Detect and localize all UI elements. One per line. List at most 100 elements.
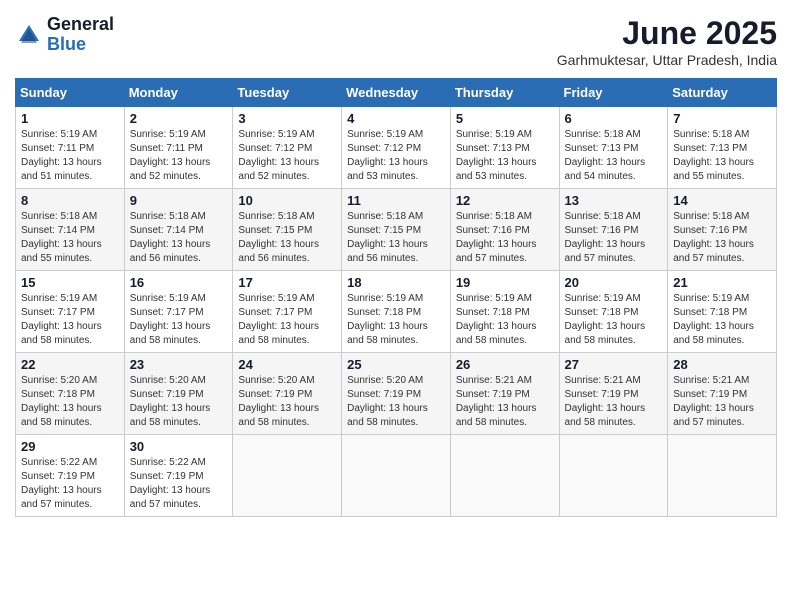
day-info: Sunrise: 5:19 AMSunset: 7:18 PMDaylight:… — [347, 293, 428, 346]
calendar-cell: 6 Sunrise: 5:18 AMSunset: 7:13 PMDayligh… — [559, 107, 668, 189]
calendar-cell: 11 Sunrise: 5:18 AMSunset: 7:15 PMDaylig… — [342, 189, 451, 271]
day-info: Sunrise: 5:18 AMSunset: 7:16 PMDaylight:… — [565, 211, 646, 264]
calendar-cell: 25 Sunrise: 5:20 AMSunset: 7:19 PMDaylig… — [342, 353, 451, 435]
calendar-cell: 20 Sunrise: 5:19 AMSunset: 7:18 PMDaylig… — [559, 271, 668, 353]
day-info: Sunrise: 5:18 AMSunset: 7:14 PMDaylight:… — [21, 211, 102, 264]
day-info: Sunrise: 5:18 AMSunset: 7:16 PMDaylight:… — [673, 211, 754, 264]
day-number: 7 — [673, 111, 771, 126]
day-info: Sunrise: 5:18 AMSunset: 7:13 PMDaylight:… — [673, 129, 754, 182]
day-number: 16 — [130, 275, 228, 290]
week-row-2: 8 Sunrise: 5:18 AMSunset: 7:14 PMDayligh… — [16, 189, 777, 271]
calendar-cell: 23 Sunrise: 5:20 AMSunset: 7:19 PMDaylig… — [124, 353, 233, 435]
calendar-cell — [450, 435, 559, 517]
calendar-cell: 10 Sunrise: 5:18 AMSunset: 7:15 PMDaylig… — [233, 189, 342, 271]
day-number: 18 — [347, 275, 445, 290]
calendar-cell: 8 Sunrise: 5:18 AMSunset: 7:14 PMDayligh… — [16, 189, 125, 271]
day-number: 12 — [456, 193, 554, 208]
logo-blue-text: Blue — [47, 35, 114, 55]
calendar-cell: 14 Sunrise: 5:18 AMSunset: 7:16 PMDaylig… — [668, 189, 777, 271]
day-info: Sunrise: 5:19 AMSunset: 7:18 PMDaylight:… — [565, 293, 646, 346]
calendar-cell: 18 Sunrise: 5:19 AMSunset: 7:18 PMDaylig… — [342, 271, 451, 353]
calendar-cell: 5 Sunrise: 5:19 AMSunset: 7:13 PMDayligh… — [450, 107, 559, 189]
day-info: Sunrise: 5:18 AMSunset: 7:13 PMDaylight:… — [565, 129, 646, 182]
calendar-cell — [233, 435, 342, 517]
day-info: Sunrise: 5:22 AMSunset: 7:19 PMDaylight:… — [130, 457, 211, 510]
day-number: 6 — [565, 111, 663, 126]
day-number: 25 — [347, 357, 445, 372]
day-info: Sunrise: 5:19 AMSunset: 7:18 PMDaylight:… — [456, 293, 537, 346]
day-number: 3 — [238, 111, 336, 126]
day-number: 15 — [21, 275, 119, 290]
calendar-cell: 15 Sunrise: 5:19 AMSunset: 7:17 PMDaylig… — [16, 271, 125, 353]
calendar-cell: 21 Sunrise: 5:19 AMSunset: 7:18 PMDaylig… — [668, 271, 777, 353]
calendar-cell: 28 Sunrise: 5:21 AMSunset: 7:19 PMDaylig… — [668, 353, 777, 435]
calendar-cell: 29 Sunrise: 5:22 AMSunset: 7:19 PMDaylig… — [16, 435, 125, 517]
calendar-cell: 3 Sunrise: 5:19 AMSunset: 7:12 PMDayligh… — [233, 107, 342, 189]
calendar-cell — [342, 435, 451, 517]
day-info: Sunrise: 5:18 AMSunset: 7:15 PMDaylight:… — [238, 211, 319, 264]
calendar-cell: 27 Sunrise: 5:21 AMSunset: 7:19 PMDaylig… — [559, 353, 668, 435]
day-number: 29 — [21, 439, 119, 454]
day-number: 17 — [238, 275, 336, 290]
month-year: June 2025 — [557, 15, 777, 52]
calendar-cell — [559, 435, 668, 517]
day-number: 13 — [565, 193, 663, 208]
day-number: 9 — [130, 193, 228, 208]
day-info: Sunrise: 5:19 AMSunset: 7:11 PMDaylight:… — [21, 129, 102, 182]
day-number: 19 — [456, 275, 554, 290]
calendar-cell: 7 Sunrise: 5:18 AMSunset: 7:13 PMDayligh… — [668, 107, 777, 189]
day-number: 20 — [565, 275, 663, 290]
col-saturday: Saturday — [668, 79, 777, 107]
day-number: 22 — [21, 357, 119, 372]
day-number: 4 — [347, 111, 445, 126]
header-row: Sunday Monday Tuesday Wednesday Thursday… — [16, 79, 777, 107]
calendar-cell: 1 Sunrise: 5:19 AMSunset: 7:11 PMDayligh… — [16, 107, 125, 189]
day-info: Sunrise: 5:19 AMSunset: 7:12 PMDaylight:… — [347, 129, 428, 182]
day-info: Sunrise: 5:21 AMSunset: 7:19 PMDaylight:… — [456, 375, 537, 428]
day-number: 1 — [21, 111, 119, 126]
col-thursday: Thursday — [450, 79, 559, 107]
calendar-cell: 13 Sunrise: 5:18 AMSunset: 7:16 PMDaylig… — [559, 189, 668, 271]
day-info: Sunrise: 5:19 AMSunset: 7:11 PMDaylight:… — [130, 129, 211, 182]
day-number: 2 — [130, 111, 228, 126]
col-monday: Monday — [124, 79, 233, 107]
day-number: 5 — [456, 111, 554, 126]
logo-icon — [15, 21, 43, 49]
day-info: Sunrise: 5:19 AMSunset: 7:17 PMDaylight:… — [21, 293, 102, 346]
day-number: 14 — [673, 193, 771, 208]
calendar-cell: 22 Sunrise: 5:20 AMSunset: 7:18 PMDaylig… — [16, 353, 125, 435]
calendar-cell: 12 Sunrise: 5:18 AMSunset: 7:16 PMDaylig… — [450, 189, 559, 271]
col-tuesday: Tuesday — [233, 79, 342, 107]
day-number: 21 — [673, 275, 771, 290]
calendar-cell: 19 Sunrise: 5:19 AMSunset: 7:18 PMDaylig… — [450, 271, 559, 353]
day-info: Sunrise: 5:18 AMSunset: 7:16 PMDaylight:… — [456, 211, 537, 264]
title-area: June 2025 Garhmuktesar, Uttar Pradesh, I… — [557, 15, 777, 68]
day-number: 23 — [130, 357, 228, 372]
week-row-3: 15 Sunrise: 5:19 AMSunset: 7:17 PMDaylig… — [16, 271, 777, 353]
day-info: Sunrise: 5:22 AMSunset: 7:19 PMDaylight:… — [21, 457, 102, 510]
day-info: Sunrise: 5:21 AMSunset: 7:19 PMDaylight:… — [673, 375, 754, 428]
day-info: Sunrise: 5:20 AMSunset: 7:19 PMDaylight:… — [130, 375, 211, 428]
day-number: 30 — [130, 439, 228, 454]
header: General Blue June 2025 Garhmuktesar, Utt… — [15, 15, 777, 68]
week-row-1: 1 Sunrise: 5:19 AMSunset: 7:11 PMDayligh… — [16, 107, 777, 189]
week-row-5: 29 Sunrise: 5:22 AMSunset: 7:19 PMDaylig… — [16, 435, 777, 517]
week-row-4: 22 Sunrise: 5:20 AMSunset: 7:18 PMDaylig… — [16, 353, 777, 435]
calendar-table: Sunday Monday Tuesday Wednesday Thursday… — [15, 78, 777, 517]
calendar-cell: 4 Sunrise: 5:19 AMSunset: 7:12 PMDayligh… — [342, 107, 451, 189]
day-info: Sunrise: 5:21 AMSunset: 7:19 PMDaylight:… — [565, 375, 646, 428]
calendar-cell: 24 Sunrise: 5:20 AMSunset: 7:19 PMDaylig… — [233, 353, 342, 435]
calendar-cell — [668, 435, 777, 517]
logo-general-text: General — [47, 15, 114, 35]
col-wednesday: Wednesday — [342, 79, 451, 107]
calendar-cell: 26 Sunrise: 5:21 AMSunset: 7:19 PMDaylig… — [450, 353, 559, 435]
day-info: Sunrise: 5:19 AMSunset: 7:17 PMDaylight:… — [238, 293, 319, 346]
day-number: 10 — [238, 193, 336, 208]
day-info: Sunrise: 5:20 AMSunset: 7:19 PMDaylight:… — [238, 375, 319, 428]
day-number: 11 — [347, 193, 445, 208]
calendar-cell: 30 Sunrise: 5:22 AMSunset: 7:19 PMDaylig… — [124, 435, 233, 517]
day-info: Sunrise: 5:19 AMSunset: 7:12 PMDaylight:… — [238, 129, 319, 182]
location: Garhmuktesar, Uttar Pradesh, India — [557, 52, 777, 68]
day-info: Sunrise: 5:20 AMSunset: 7:18 PMDaylight:… — [21, 375, 102, 428]
col-sunday: Sunday — [16, 79, 125, 107]
